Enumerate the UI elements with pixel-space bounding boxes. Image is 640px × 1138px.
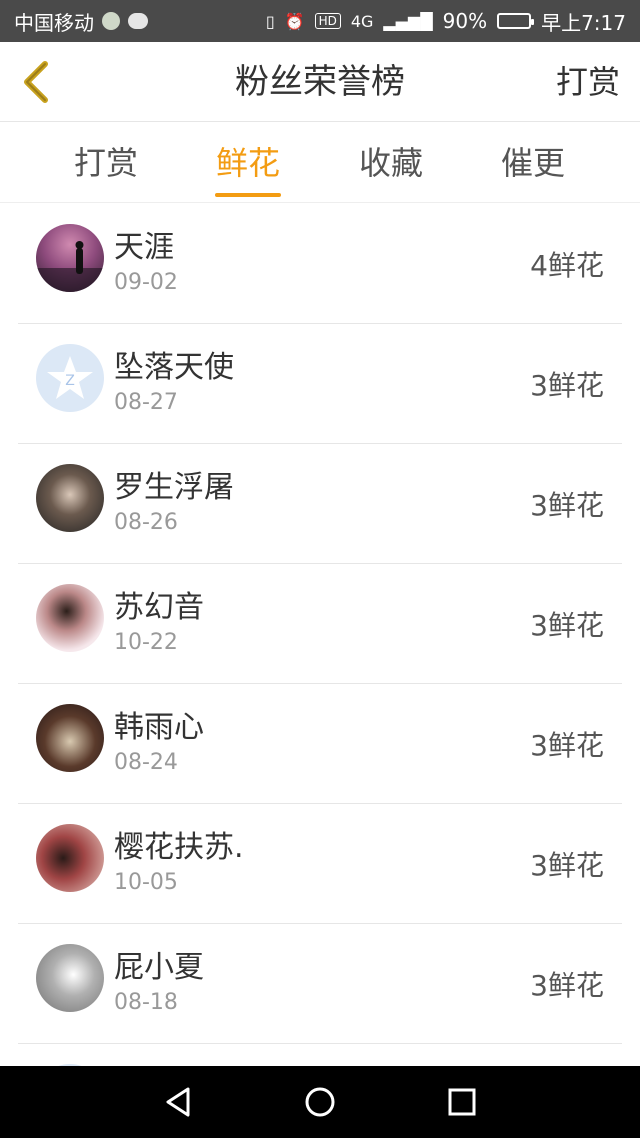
fan-name: 樱花扶苏. <box>114 830 244 865</box>
triangle-back-icon <box>166 1087 190 1117</box>
tab-label: 催更 <box>500 144 565 182</box>
list-item[interactable]: 屁小夏 08-18 3鲜花 <box>18 924 622 1044</box>
fan-name: 苏幻音 <box>114 590 204 625</box>
tab-label: 收藏 <box>358 144 423 182</box>
fan-name: 韩雨心 <box>114 710 204 745</box>
carrier-label: 中国移动 <box>14 10 94 35</box>
tab-reward[interactable]: 打赏 <box>46 123 166 203</box>
fan-name: 天涯 <box>114 230 174 265</box>
system-home-button[interactable] <box>302 1084 338 1120</box>
fan-date: 10-05 <box>114 870 178 895</box>
system-navigation-bar <box>0 1066 640 1138</box>
status-bar: 中国移动 ▯ ⏰ HD 4G ▂▄▆█ 90% 早上7:17 <box>0 0 640 42</box>
flower-count: 3鲜花 <box>530 969 604 1002</box>
nav-bar: 粉丝荣誉榜 打赏 <box>0 42 640 122</box>
tab-label: 鲜花 <box>215 144 280 182</box>
chevron-left-icon <box>24 61 48 103</box>
app-notification-icon <box>102 12 120 30</box>
flower-count: 4鲜花 <box>530 249 604 282</box>
square-recent-icon <box>448 1088 476 1116</box>
svg-text:Z: Z <box>65 373 75 389</box>
fan-date: 09-02 <box>114 270 178 295</box>
tab-active-indicator <box>215 193 281 197</box>
circle-home-icon <box>305 1087 335 1117</box>
flower-count: 3鲜花 <box>530 729 604 762</box>
fan-name: 罗生浮屠 <box>114 470 234 505</box>
clock: 早上7:17 <box>541 10 626 35</box>
fan-date: 10-22 <box>114 630 178 655</box>
system-recent-button[interactable] <box>444 1084 480 1120</box>
avatar <box>36 584 104 652</box>
back-button[interactable] <box>12 58 60 106</box>
avatar: Z <box>36 344 104 412</box>
status-left: 中国移动 <box>14 7 148 36</box>
list-item[interactable]: 韩雨心 08-24 3鲜花 <box>18 684 622 804</box>
avatar <box>36 464 104 532</box>
flower-count: 3鲜花 <box>530 849 604 882</box>
silhouette-icon <box>36 241 104 292</box>
hd-icon: HD <box>314 13 341 29</box>
reward-button[interactable]: 打赏 <box>556 42 620 122</box>
list-item[interactable]: 樱花扶苏. 10-05 3鲜花 <box>18 804 622 924</box>
fan-date: 08-26 <box>114 510 178 535</box>
list-item[interactable]: 苏幻音 10-22 3鲜花 <box>18 564 622 684</box>
avatar <box>36 224 104 292</box>
battery-icon <box>497 13 535 29</box>
signal-icon: ▂▄▆█ <box>383 11 433 31</box>
page-title: 粉丝荣誉榜 <box>235 62 405 102</box>
tab-urge-update[interactable]: 催更 <box>473 123 593 203</box>
message-icon <box>128 13 148 29</box>
flower-count: 3鲜花 <box>530 609 604 642</box>
system-back-button[interactable] <box>160 1084 196 1120</box>
fan-name: 屁小夏 <box>114 950 204 985</box>
network-icon: 4G <box>350 11 374 31</box>
tab-label: 打赏 <box>73 144 138 182</box>
fan-name: 坠落天使 <box>114 350 234 385</box>
tab-flowers[interactable]: 鲜花 <box>188 123 308 203</box>
fan-list[interactable]: 天涯 09-02 4鲜花 Z 坠落天使 08-27 3鲜花 罗生浮屠 08-26… <box>0 204 640 1066</box>
list-item[interactable] <box>18 1044 622 1066</box>
flower-count: 3鲜花 <box>530 489 604 522</box>
fan-date: 08-24 <box>114 750 178 775</box>
list-item[interactable]: 天涯 09-02 4鲜花 <box>18 204 622 324</box>
fan-date: 08-18 <box>114 990 178 1015</box>
tab-favorites[interactable]: 收藏 <box>331 123 451 203</box>
list-item[interactable]: 罗生浮屠 08-26 3鲜花 <box>18 444 622 564</box>
fan-date: 08-27 <box>114 390 178 415</box>
avatar <box>36 824 104 892</box>
list-item[interactable]: Z 坠落天使 08-27 3鲜花 <box>18 324 622 444</box>
alarm-icon: ⏰ <box>284 11 305 31</box>
default-star-avatar-icon: Z <box>47 356 93 399</box>
avatar <box>36 944 104 1012</box>
status-right: ▯ ⏰ HD 4G ▂▄▆█ 90% 早上7:17 <box>266 7 626 36</box>
flower-count: 3鲜花 <box>530 369 604 402</box>
avatar <box>36 704 104 772</box>
battery-percent: 90% <box>442 9 488 33</box>
tab-bar: 打赏 鲜花 收藏 催更 <box>0 123 640 203</box>
vibrate-icon: ▯ <box>265 11 275 31</box>
